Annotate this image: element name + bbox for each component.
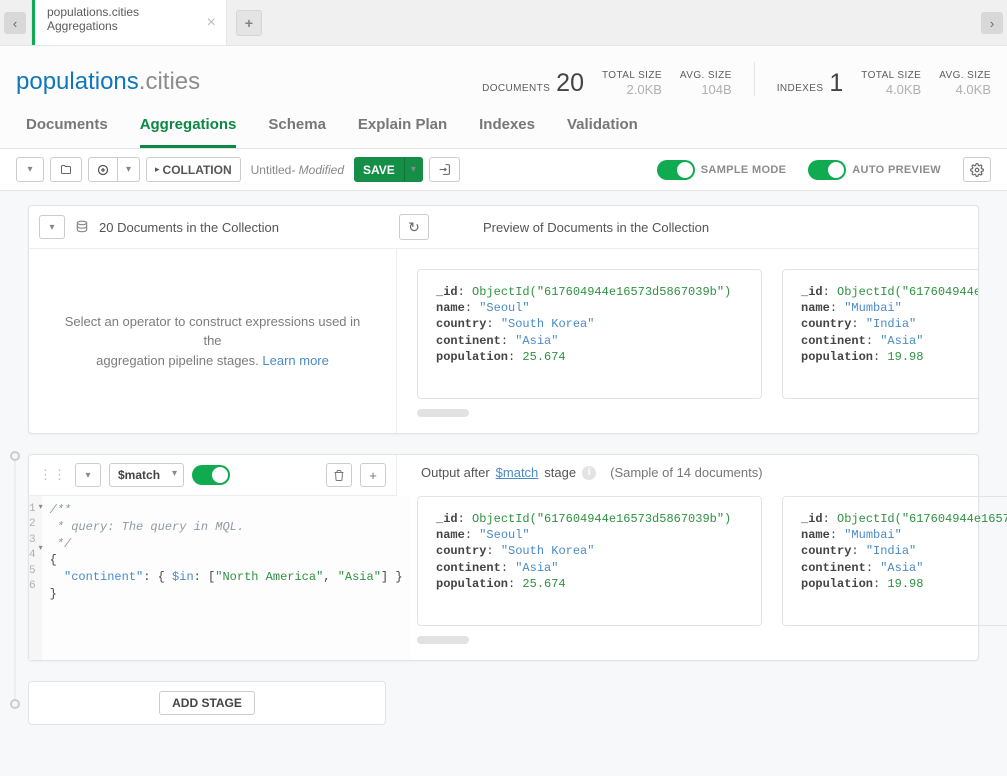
add-stage-button[interactable]: ADD STAGE [159,691,255,715]
horizontal-scrollbar[interactable] [417,409,469,417]
stage-handle-dot [10,451,20,461]
horizontal-scrollbar[interactable] [417,636,469,644]
database-icon [75,219,89,235]
workspace-tab[interactable]: populations.cities Aggregations × [32,0,226,45]
stage-panel: ⋮⋮ ▾ $match + 1▾234▾56 /** * query [28,454,979,661]
tab-prev-button[interactable]: ‹ [4,12,26,34]
stat-documents: DOCUMENTS 20 [482,71,584,96]
stage-operator-link[interactable]: $match [496,465,539,480]
close-icon[interactable]: × [207,14,216,32]
auto-preview-toggle[interactable] [808,160,846,180]
stage-collapse-button[interactable]: ▾ [75,463,101,487]
stat-indexes: INDEXES 1 [777,71,844,96]
stage-editor[interactable]: 1▾234▾56 /** * query: The query in MQL. … [29,496,396,660]
source-hint: Select an operator to construct expressi… [29,249,397,433]
sample-mode-label: SAMPLE MODE [701,164,787,176]
new-pipeline-button[interactable] [88,157,118,182]
refresh-button[interactable]: ↻ [399,214,429,240]
namespace-collection: cities [145,68,200,95]
tab-subtitle: Aggregations [47,19,214,33]
tab-indexes[interactable]: Indexes [479,110,535,148]
open-pipeline-button[interactable] [50,157,82,182]
namespace: populations.cities [16,68,200,96]
sample-mode-toggle[interactable] [657,160,695,180]
stat-idx-total-size: TOTAL SIZE 4.0KB [861,71,921,96]
pipeline-name: Untitled- Modified [247,163,348,177]
tab-next-button[interactable]: › [981,12,1003,34]
source-panel: ▾ 20 Documents in the Collection ↻ Previ… [28,205,979,434]
document-card: _id: ObjectId("617604944e16573d5867039c"… [782,496,1007,626]
export-pipeline-button[interactable] [429,157,460,182]
drag-handle-icon[interactable]: ⋮⋮ [39,467,67,483]
settings-button[interactable] [963,157,991,182]
stage-output-label: Output after [421,465,490,480]
stage-handle-dot [10,699,20,709]
stage-operator-select[interactable]: $match [109,463,184,487]
document-card: _id: ObjectId("617604944e16573d5867039c"… [782,269,978,399]
tab-explain-plan[interactable]: Explain Plan [358,110,447,148]
pipeline-menu-button[interactable] [16,157,44,182]
delete-stage-button[interactable] [326,463,352,487]
tab-validation[interactable]: Validation [567,110,638,148]
info-icon[interactable]: i [582,466,596,480]
new-pipeline-menu[interactable] [118,157,140,182]
new-tab-button[interactable]: + [236,10,262,36]
save-menu-button[interactable] [404,157,423,182]
add-stage-panel: ADD STAGE [28,681,386,725]
tab-schema[interactable]: Schema [268,110,326,148]
stage-enabled-toggle[interactable] [192,465,230,485]
document-card: _id: ObjectId("617604944e16573d5867039b"… [417,496,762,626]
stat-total-size: TOTAL SIZE 2.0KB [602,71,662,96]
stat-avg-size: AVG. SIZE 104B [680,71,732,96]
stat-idx-avg-size: AVG. SIZE 4.0KB [939,71,991,96]
learn-more-link[interactable]: Learn more [262,353,328,368]
auto-preview-label: AUTO PREVIEW [852,164,941,176]
tab-documents[interactable]: Documents [26,110,108,148]
sample-note: (Sample of 14 documents) [610,465,762,480]
document-card: _id: ObjectId("617604944e16573d5867039b"… [417,269,762,399]
tab-aggregations[interactable]: Aggregations [140,110,237,148]
source-count-label: 20 Documents in the Collection [99,220,279,235]
add-stage-after-button[interactable]: + [360,463,386,487]
tab-title: populations.cities [47,5,214,19]
namespace-db: populations [16,68,139,95]
source-preview-label: Preview of Documents in the Collection [483,220,709,235]
source-collapse-button[interactable]: ▾ [39,215,65,239]
collation-button[interactable]: COLLATION [146,157,241,182]
save-button[interactable]: SAVE [354,157,404,182]
